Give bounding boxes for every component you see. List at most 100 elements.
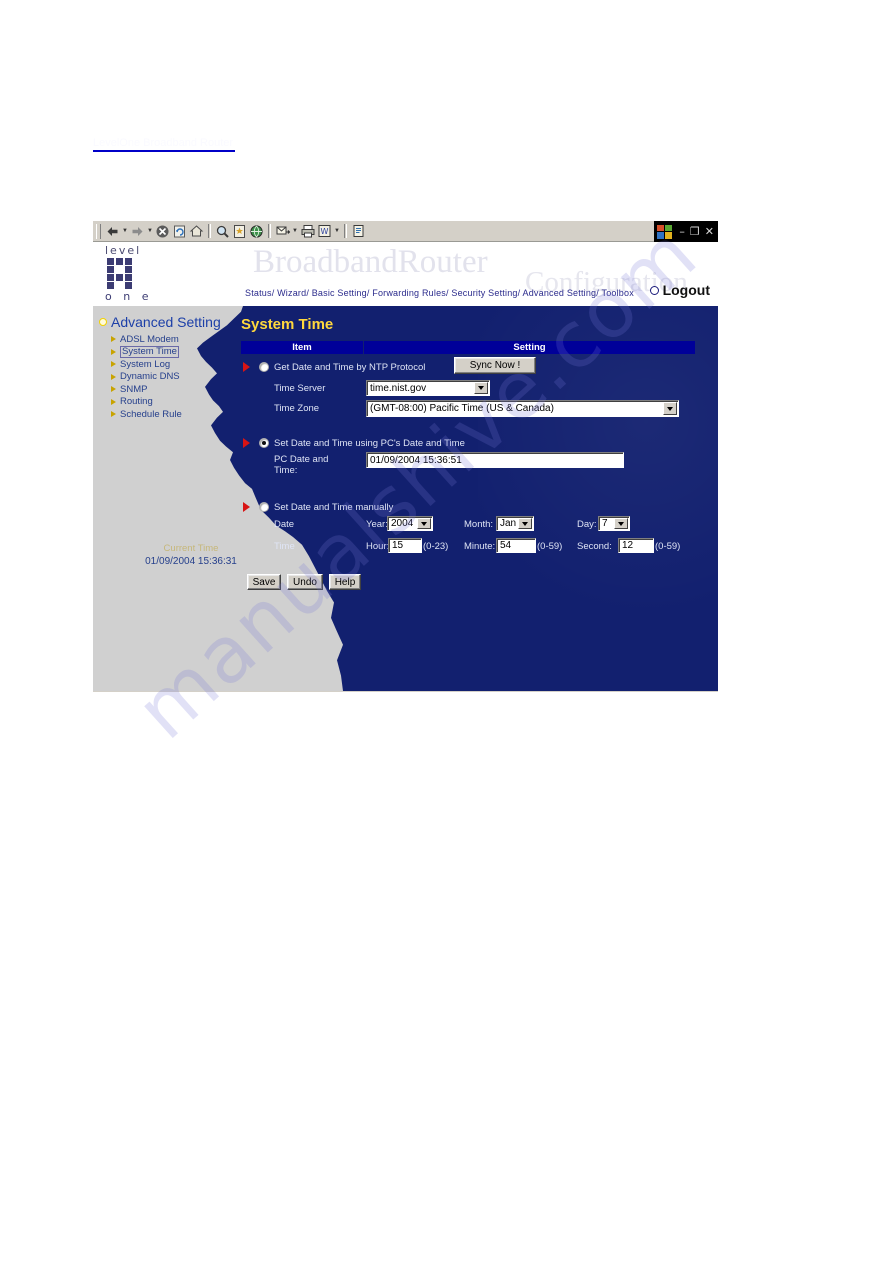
logout-radio-icon[interactable] (649, 285, 659, 295)
chevron-right-icon (111, 373, 116, 380)
svg-text:W: W (321, 227, 329, 236)
ntp-radio[interactable] (259, 362, 269, 372)
router-body: Advanced Setting ADSL Modem System Time … (93, 306, 718, 691)
sidebar-header[interactable]: Advanced Setting (99, 314, 221, 330)
windows-logo-icon (657, 224, 673, 239)
toolbar-separator (344, 224, 347, 238)
minute-input[interactable]: 54 (496, 538, 536, 553)
minimize-button[interactable]: – (679, 226, 685, 237)
chevron-down-icon[interactable] (518, 518, 532, 529)
logout-label[interactable]: Logout (663, 282, 710, 298)
favorites-icon[interactable] (231, 223, 248, 239)
restore-button[interactable]: ❐ (690, 226, 700, 237)
sidebar-item-label[interactable]: ADSL Modem (120, 334, 179, 345)
sidebar-item-label[interactable]: SNMP (120, 384, 147, 395)
time-zone-value: (GMT-08:00) Pacific Time (US & Canada) (370, 403, 554, 414)
sidebar-header-label[interactable]: Advanced Setting (111, 314, 221, 330)
mail-dropdown-icon[interactable]: ▼ (291, 223, 299, 239)
month-value: Jan (500, 518, 517, 529)
levelone-logo: level o n e (105, 245, 167, 303)
pc-time-radio[interactable] (259, 438, 269, 448)
forward-icon[interactable] (129, 223, 146, 239)
back-icon[interactable] (104, 223, 121, 239)
page-title: System Time (241, 316, 334, 333)
back-dropdown-icon[interactable]: ▼ (121, 223, 129, 239)
banner-nav-label[interactable]: Status/ Wizard/ Basic Setting/ Forwardin… (245, 288, 634, 298)
sidebar-item-label[interactable]: Schedule Rule (120, 409, 182, 420)
time-server-select[interactable]: time.nist.gov (366, 380, 490, 396)
row-marker-icon (243, 362, 250, 372)
time-label: Time (274, 541, 295, 552)
date-label: Date (274, 519, 295, 530)
undo-button[interactable]: Undo (287, 574, 323, 590)
stop-icon[interactable] (154, 223, 171, 239)
logout-control[interactable]: Logout (649, 282, 710, 298)
chevron-down-icon[interactable] (614, 518, 628, 529)
pc-date-time-label-line2: Time: (274, 465, 298, 476)
top-page-link[interactable]: LevelOne Broadband Router (93, 137, 235, 153)
logo-mark-icon (106, 257, 140, 290)
logo-one-text: o n e (105, 290, 153, 303)
messenger-icon[interactable] (350, 223, 367, 239)
mail-icon[interactable] (274, 223, 291, 239)
chevron-down-icon[interactable] (417, 518, 431, 529)
sidebar-item-label[interactable]: System Log (120, 359, 170, 370)
chevron-right-icon (111, 398, 116, 405)
ntp-option-label[interactable]: Get Date and Time by NTP Protocol (274, 362, 425, 373)
print-icon[interactable] (299, 223, 316, 239)
form-buttons: Save Undo Help (247, 574, 361, 590)
banner-nav[interactable]: Status/ Wizard/ Basic Setting/ Forwardin… (245, 288, 634, 298)
chevron-right-icon (111, 386, 116, 393)
manual-time-option-label[interactable]: Set Date and Time manually (274, 502, 393, 513)
second-hint: (0-59) (655, 541, 681, 552)
banner-title: BroadbandRouter (253, 244, 488, 280)
sidebar-item-label[interactable]: System Time (120, 345, 179, 358)
second-input[interactable]: 12 (618, 538, 654, 553)
chevron-right-icon (111, 411, 116, 418)
logo-level-text: level (105, 244, 142, 257)
help-button[interactable]: Help (329, 574, 361, 590)
edit-dropdown-icon[interactable]: ▼ (333, 223, 341, 239)
browser-toolbar: ▼ ▼ ▼ W ▼ – ❐ ✕ (93, 221, 718, 242)
refresh-icon[interactable] (171, 223, 188, 239)
toolbar-separator (268, 224, 271, 238)
sidebar-item-label[interactable]: Routing (120, 396, 153, 407)
month-select[interactable]: Jan (496, 516, 534, 531)
chevron-right-icon (111, 361, 116, 368)
chevron-down-icon[interactable] (663, 402, 677, 415)
hour-hint: (0-23) (423, 541, 449, 552)
minute-hint: (0-59) (537, 541, 563, 552)
sync-now-button[interactable]: Sync Now ! (454, 357, 536, 374)
close-button[interactable]: ✕ (705, 226, 714, 237)
day-label: Day: (577, 519, 597, 530)
day-select[interactable]: 7 (598, 516, 630, 531)
row-marker-icon (243, 502, 250, 512)
row-marker-icon (243, 438, 250, 448)
year-value: 2004 (391, 518, 414, 529)
hour-input[interactable]: 15 (388, 538, 422, 553)
manual-time-radio[interactable] (259, 502, 269, 512)
window-controls: – ❐ ✕ (654, 221, 718, 242)
pc-time-option-label[interactable]: Set Date and Time using PC's Date and Ti… (274, 438, 465, 449)
save-button[interactable]: Save (247, 574, 281, 590)
pc-date-time-input[interactable]: 01/09/2004 15:36:51 (366, 452, 624, 468)
top-page-link-underline (93, 150, 235, 152)
time-server-label: Time Server (274, 383, 326, 394)
time-zone-select[interactable]: (GMT-08:00) Pacific Time (US & Canada) (366, 400, 679, 417)
minute-label: Minute: (464, 541, 496, 552)
chevron-right-icon (111, 348, 116, 355)
forward-dropdown-icon[interactable]: ▼ (146, 223, 154, 239)
column-header-setting: Setting (364, 341, 695, 354)
content-area: System Time Item Setting Get Date and Ti… (241, 306, 718, 691)
chevron-down-icon[interactable] (474, 382, 488, 394)
search-icon[interactable] (214, 223, 231, 239)
sidebar-item-label[interactable]: Dynamic DNS (120, 371, 180, 382)
edit-word-icon[interactable]: W (316, 223, 333, 239)
home-icon[interactable] (188, 223, 205, 239)
toolbar-grip[interactable] (96, 223, 101, 239)
column-header-item: Item (241, 341, 364, 354)
chevron-right-icon (111, 336, 116, 343)
year-select[interactable]: 2004 (387, 516, 433, 531)
hour-label: Hour: (366, 541, 390, 552)
history-icon[interactable] (248, 223, 265, 239)
